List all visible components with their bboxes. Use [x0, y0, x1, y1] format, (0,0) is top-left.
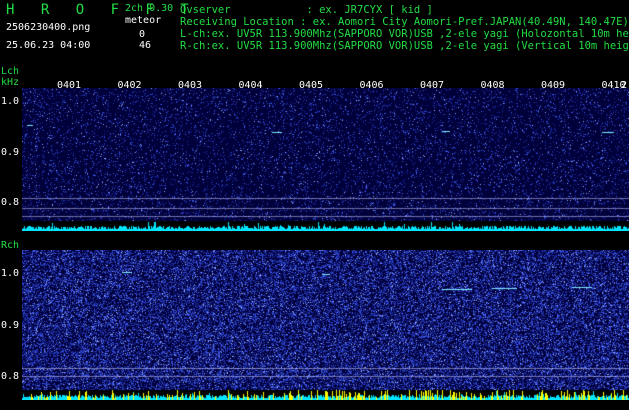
lch-label: Lch: [1, 66, 20, 77]
rch-spectrogram-canvas: [22, 250, 629, 400]
meteor-count-lch: 0: [139, 29, 146, 40]
meteor-count-rch: 46: [139, 40, 152, 51]
header: H R O F F T 2506230400.png 25.06.23 04:0…: [0, 0, 629, 60]
filename: 2506230400.png: [6, 22, 91, 33]
lch-ytick-3: 0.8: [1, 197, 20, 208]
datetime: 25.06.23 04:00: [6, 40, 91, 51]
rch-ytick-3: 0.8: [1, 371, 20, 382]
location-line: Receiving Location : ex. Aomori City Aom…: [180, 16, 629, 28]
meteor-label: meteor: [125, 15, 162, 26]
lch-spectrogram-canvas: [22, 88, 629, 231]
rch-spectrogram: [22, 250, 629, 400]
lch-spectrogram: [22, 88, 629, 231]
rch-ytick-2: 0.9: [1, 320, 20, 331]
rch-label: Rch: [1, 240, 20, 251]
lch-info-line: L-ch:ex. UV5R 113.900Mhz(SAPPORO VOR)USB…: [180, 28, 629, 40]
rch-info-line: R-ch:ex. UV5R 113.900Mhz(SAPPORO VOR)USB…: [180, 40, 629, 52]
lch-ytick-2: 0.9: [1, 147, 20, 158]
channel-setting: 2ch 0.30: [125, 3, 174, 14]
lch-unit: kHz: [1, 77, 20, 88]
rch-ytick-1: 1.0: [1, 268, 20, 279]
lch-ytick-1: 1.0: [1, 96, 20, 107]
observer-line: Ovserver : ex. JR7CYX [ kid ]: [180, 4, 433, 16]
